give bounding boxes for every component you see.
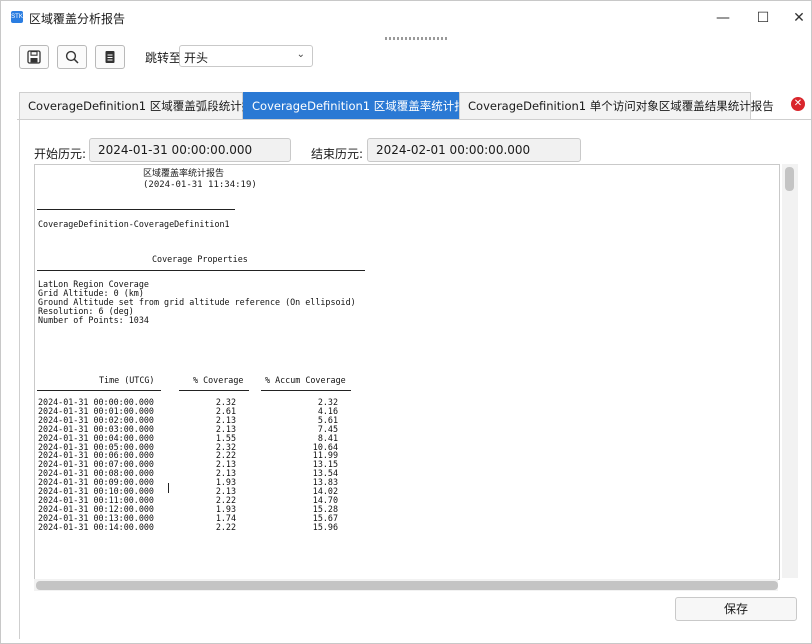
horizontal-scroll-thumb[interactable] — [36, 581, 778, 590]
report-definition: CoverageDefinition-CoverageDefinition1 — [38, 219, 230, 229]
maximize-button[interactable]: ☐ — [747, 5, 779, 31]
report-viewer[interactable]: 区域覆盖率统计报告 (2024-01-31 11:34:19) Coverage… — [34, 164, 780, 580]
column-header-time: Time (UTCG) — [99, 375, 155, 385]
vertical-scrollbar[interactable] — [782, 164, 798, 578]
text-cursor — [168, 483, 169, 493]
tab-per-asset-coverage[interactable]: CoverageDefinition1 单个访问对象区域覆盖结果统计报告 — [459, 92, 774, 119]
end-epoch-field[interactable]: 2024-02-01 00:00:00.000 — [367, 138, 581, 162]
report-window: STK 区域覆盖分析报告 — ☐ ✕ 跳转至 开头 ⌄ CoverageDefi… — [0, 0, 812, 644]
divider — [37, 390, 161, 391]
report-title: 区域覆盖率统计报告 — [143, 169, 225, 179]
tab-coverage-rate[interactable]: CoverageDefinition1 区域覆盖率统计报告 — [243, 92, 477, 119]
chevron-down-icon: ⌄ — [296, 49, 305, 60]
end-epoch-label: 结束历元: — [311, 147, 364, 161]
start-epoch-field[interactable]: 2024-01-31 00:00:00.000 — [89, 138, 291, 162]
jump-to-label: 跳转至 — [145, 51, 182, 65]
search-icon — [65, 50, 79, 64]
divider — [261, 390, 351, 391]
properties-heading: Coverage Properties — [152, 254, 248, 264]
divider — [179, 390, 249, 391]
vertical-scroll-thumb[interactable] — [785, 167, 794, 191]
divider — [37, 209, 235, 210]
property-line: Number of Points: 1034 — [38, 314, 149, 325]
title-bar: STK 区域覆盖分析报告 — ☐ ✕ — [1, 1, 811, 33]
minimize-button[interactable]: — — [707, 5, 739, 31]
properties-list: LatLon Region Coverage Grid Altitude: 0 (… — [38, 280, 356, 325]
save-button[interactable]: 保存 — [675, 597, 797, 621]
cell-time: 2024-01-31 00:14:00.000 — [38, 521, 154, 532]
cell-coverage: 2.22 — [215, 521, 236, 532]
window-title: 区域覆盖分析报告 — [29, 12, 126, 26]
save-icon — [27, 50, 41, 64]
close-button[interactable]: ✕ — [783, 5, 812, 31]
save-report-button[interactable] — [19, 45, 49, 69]
divider — [37, 270, 365, 271]
app-icon: STK — [11, 11, 23, 23]
column-header-coverage: % Coverage — [193, 375, 244, 385]
column-header-accum: % Accum Coverage — [265, 375, 346, 385]
cell-accum-coverage: 15.96 — [312, 521, 338, 532]
close-tab-icon[interactable]: ✕ — [791, 97, 805, 111]
start-epoch-label: 开始历元: — [34, 147, 87, 161]
drag-grip[interactable] — [385, 37, 447, 40]
tab-arc-statistics[interactable]: CoverageDefinition1 区域覆盖弧段统计报告 — [19, 92, 265, 119]
report-timestamp: (2024-01-31 11:34:19) — [143, 180, 257, 190]
jump-to-select[interactable]: 开头 ⌄ — [179, 45, 313, 67]
document-icon — [105, 51, 115, 63]
table-row: 2024-01-31 00:14:00.000 2.22 15.96 — [38, 521, 358, 532]
jump-to-value: 开头 — [184, 51, 209, 65]
document-button[interactable] — [95, 45, 125, 69]
search-button[interactable] — [57, 45, 87, 69]
